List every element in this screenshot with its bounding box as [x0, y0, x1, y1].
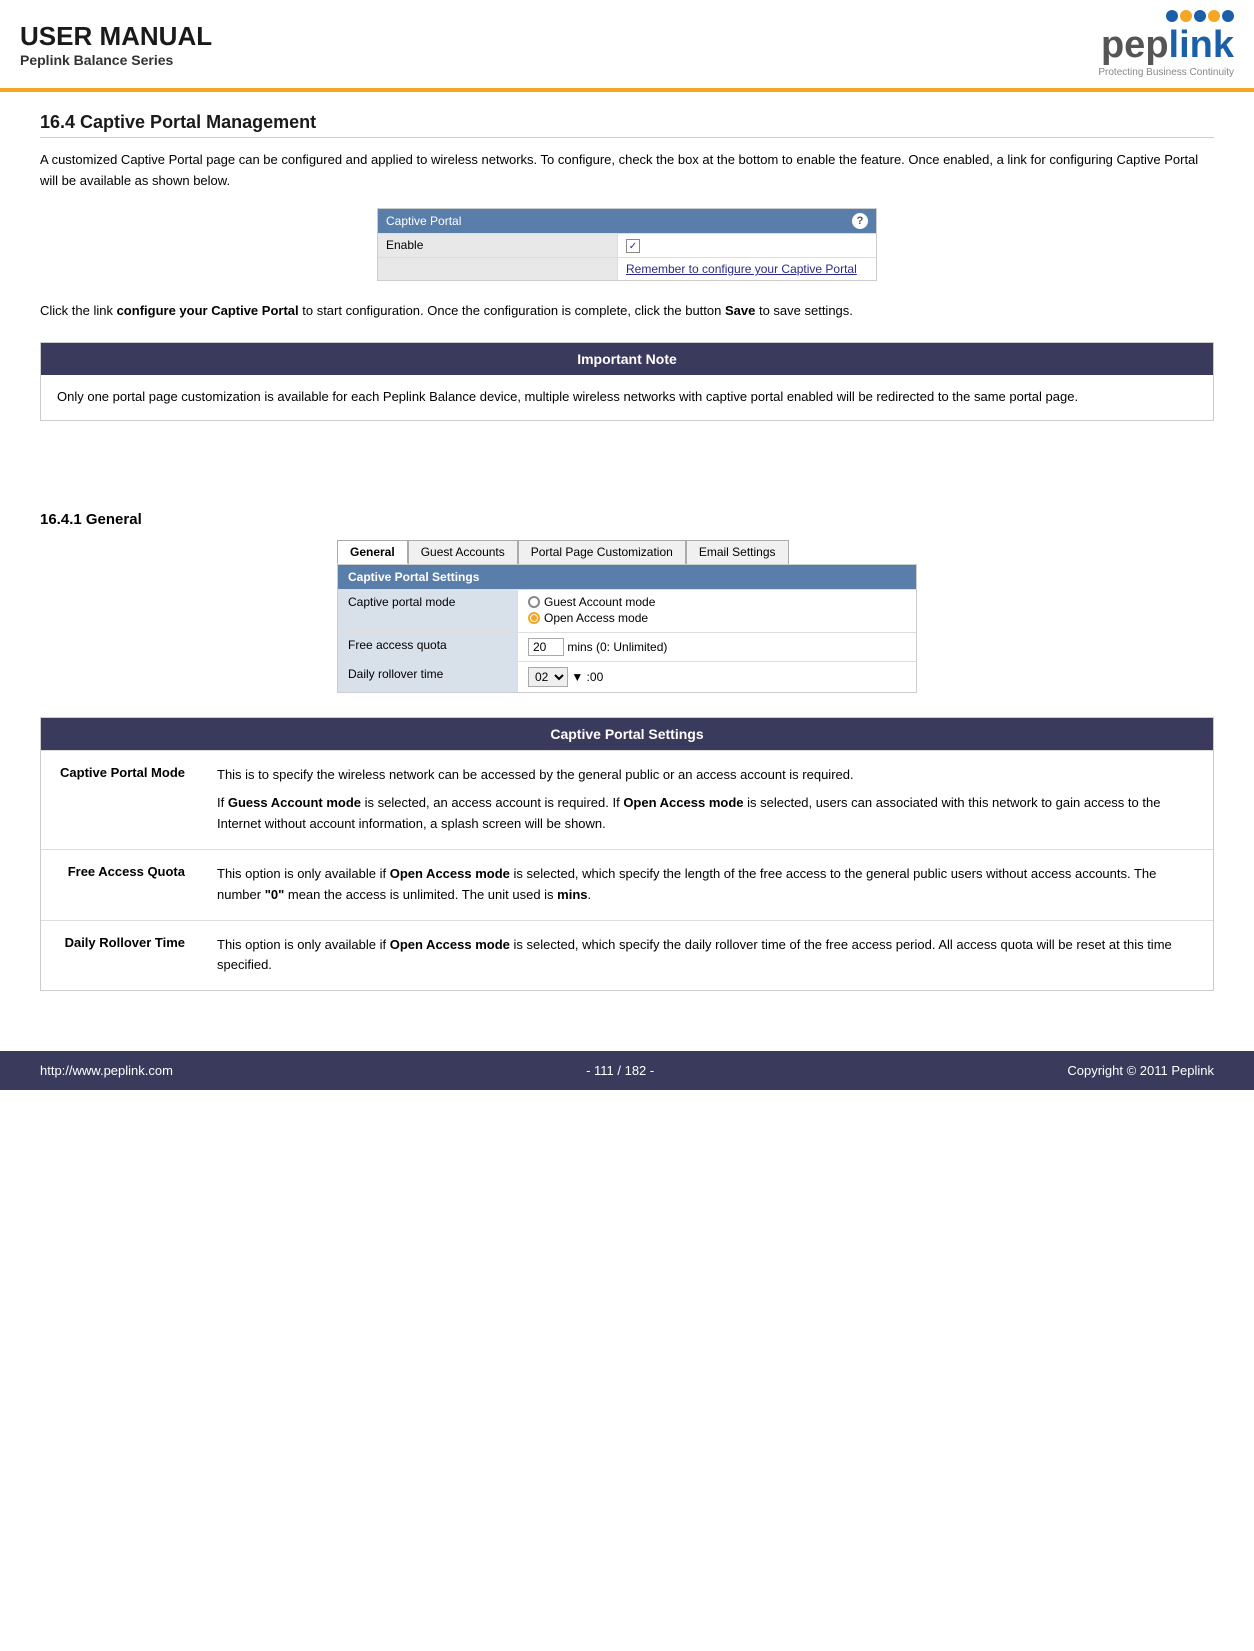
desc-label-free-access: Free Access Quota: [41, 850, 201, 920]
desc-value-free-access: This option is only available if Open Ac…: [201, 850, 1213, 920]
logo-tagline: Protecting Business Continuity: [1098, 67, 1234, 78]
page-footer: http://www.peplink.com - 111 / 182 - Cop…: [0, 1051, 1254, 1090]
mini-ui-enable-value: ✓: [618, 234, 876, 258]
footer-page: - 111 / 182 -: [586, 1063, 654, 1078]
mini-ui-help-icon: ?: [852, 213, 868, 229]
peplink-logo: pep link Protecting Business Continuity: [1098, 10, 1234, 78]
radio-circle-open: [528, 612, 540, 624]
radio-label-open: Open Access mode: [544, 611, 648, 625]
dot-orange-2: [1208, 10, 1220, 22]
daily-rollover-select[interactable]: 02: [528, 667, 568, 687]
main-content: 16.4 Captive Portal Management A customi…: [0, 92, 1254, 1011]
tabs-bar: General Guest Accounts Portal Page Custo…: [337, 540, 917, 564]
desc-label-daily-rollover: Daily Rollover Time: [41, 921, 201, 991]
desc-table: Captive Portal Settings Captive Portal M…: [40, 717, 1214, 992]
section-16-4-intro: A customized Captive Portal page can be …: [40, 150, 1214, 192]
desc-row-captive-mode: Captive Portal Mode This is to specify t…: [41, 750, 1213, 849]
desc-value-daily-rollover: This option is only available if Open Ac…: [201, 921, 1213, 991]
daily-rollover-suffix: ▼ :00: [571, 670, 603, 684]
footer-url: http://www.peplink.com: [40, 1063, 173, 1078]
settings-label-daily-rollover: Daily rollover time: [338, 662, 518, 692]
important-note-body: Only one portal page customization is av…: [41, 375, 1213, 420]
mini-ui-remember-link[interactable]: Remember to configure your Captive Porta…: [618, 258, 876, 280]
settings-row-daily-rollover: Daily rollover time 02 ▼ :00: [338, 661, 916, 692]
mini-ui-header: Captive Portal ?: [378, 209, 876, 233]
desc-table-header: Captive Portal Settings: [41, 718, 1213, 750]
radio-circle-guest: [528, 596, 540, 608]
tab-general[interactable]: General: [337, 540, 408, 564]
free-access-suffix: mins (0: Unlimited): [567, 640, 667, 654]
tab-guest-accounts[interactable]: Guest Accounts: [408, 540, 518, 564]
logo-link-text: link: [1169, 24, 1234, 67]
desc-row-daily-rollover: Daily Rollover Time This option is only …: [41, 920, 1213, 991]
free-access-input[interactable]: [528, 638, 564, 656]
radio-guest-account-mode[interactable]: Guest Account mode: [528, 595, 906, 609]
dot-blue-1: [1166, 10, 1178, 22]
settings-row-free-access: Free access quota mins (0: Unlimited): [338, 632, 916, 661]
settings-mini-table: Captive Portal Settings Captive portal m…: [337, 564, 917, 693]
settings-label-captive-mode: Captive portal mode: [338, 590, 518, 632]
section-16-4-1-heading: 16.4.1 General: [40, 511, 1214, 528]
tab-email-settings[interactable]: Email Settings: [686, 540, 789, 564]
enable-checkbox[interactable]: ✓: [626, 239, 640, 253]
desc-value-captive-mode: This is to specify the wireless network …: [201, 751, 1213, 849]
header-title: USER MANUAL: [20, 21, 212, 52]
important-note-box: Important Note Only one portal page cust…: [40, 342, 1214, 421]
desc-row-free-access: Free Access Quota This option is only av…: [41, 849, 1213, 920]
logo-block: pep link Protecting Business Continuity: [1098, 10, 1234, 78]
settings-value-captive-mode: Guest Account mode Open Access mode: [518, 590, 916, 632]
settings-mini-header: Captive Portal Settings: [338, 565, 916, 589]
mini-ui-enable-label: Enable: [378, 234, 618, 258]
section-16-4-heading: 16.4 Captive Portal Management: [40, 112, 1214, 138]
desc-label-captive-mode: Captive Portal Mode: [41, 751, 201, 849]
footer-copyright: Copyright © 2011 Peplink: [1067, 1063, 1214, 1078]
settings-label-free-access: Free access quota: [338, 633, 518, 661]
settings-value-free-access: mins (0: Unlimited): [518, 633, 916, 661]
dot-orange-1: [1180, 10, 1192, 22]
logo-dots: [1166, 10, 1234, 22]
radio-open-access-mode[interactable]: Open Access mode: [528, 611, 906, 625]
tab-portal-page-customization[interactable]: Portal Page Customization: [518, 540, 686, 564]
important-note-header: Important Note: [41, 343, 1213, 375]
logo-text-row: pep link: [1101, 24, 1234, 67]
click-info-text: Click the link configure your Captive Po…: [40, 301, 1214, 322]
dot-blue-3: [1222, 10, 1234, 22]
mini-ui-header-label: Captive Portal: [386, 214, 461, 228]
settings-value-daily-rollover: 02 ▼ :00: [518, 662, 916, 692]
mini-ui-enable-row: Enable ✓: [378, 233, 876, 258]
header-title-block: USER MANUAL Peplink Balance Series: [20, 21, 212, 68]
mini-ui-remember-row: Remember to configure your Captive Porta…: [378, 257, 876, 280]
page-header: USER MANUAL Peplink Balance Series pep l…: [0, 0, 1254, 92]
captive-portal-mini-ui: Captive Portal ? Enable ✓ Remember to co…: [377, 208, 877, 282]
settings-row-captive-mode: Captive portal mode Guest Account mode O…: [338, 589, 916, 632]
radio-label-guest: Guest Account mode: [544, 595, 655, 609]
header-subtitle: Peplink Balance Series: [20, 52, 212, 68]
logo-pep-text: pep: [1101, 24, 1169, 67]
dot-blue-2: [1194, 10, 1206, 22]
mini-ui-remember-label: [378, 258, 618, 280]
